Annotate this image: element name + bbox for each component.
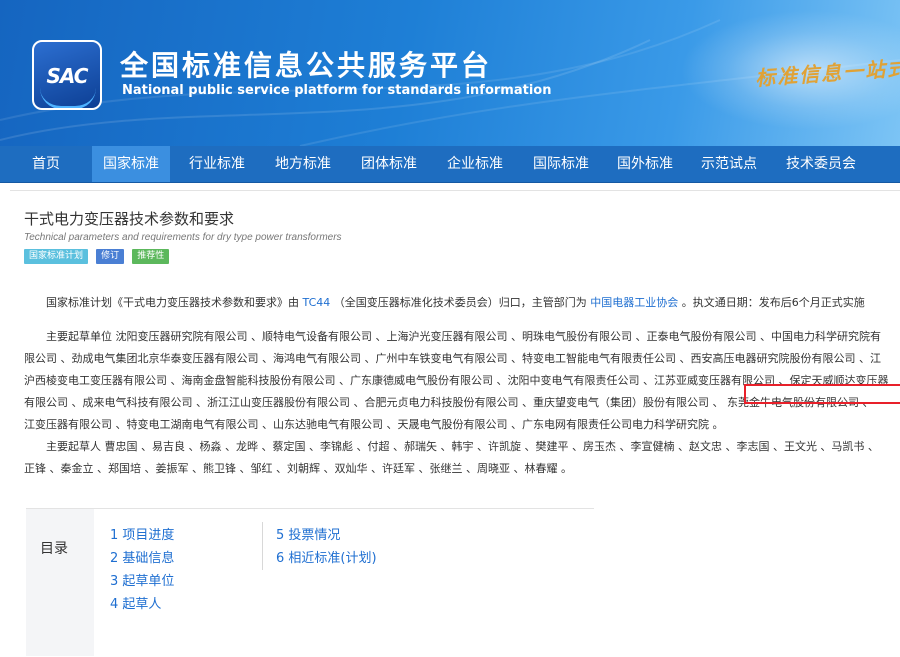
nav-item-national-standards[interactable]: 国家标准 bbox=[92, 146, 170, 182]
standard-title: 干式电力变压器技术参数和要求 bbox=[24, 210, 235, 228]
badge-recommended: 推荐性 bbox=[132, 249, 170, 264]
tc-link[interactable]: TC44 bbox=[303, 296, 331, 309]
toc-divider bbox=[262, 522, 263, 570]
intro-text-1: 国家标准计划《干式电力变压器技术参数和要求》由 bbox=[46, 296, 299, 309]
nav-item-pilot-demonstration[interactable]: 示范试点 bbox=[690, 146, 768, 182]
toc-item-similar-standards[interactable]: 6 相近标准(计划) bbox=[276, 547, 377, 566]
nav-item-technical-committee[interactable]: 技术委员会 bbox=[774, 146, 868, 182]
intro-text-2: （全国变压器标准化技术委员会）归口，主管部门为 bbox=[333, 296, 587, 309]
site-header: SAC 全国标准信息公共服务平台 National public service… bbox=[0, 0, 900, 146]
drafters-line: 正锋 、秦金立 、郑国培 、姜振军 、熊卫锋 、邹红 、刘朝辉 、双灿华 、许廷… bbox=[24, 462, 572, 475]
drafting-units-line: 主要起草单位 沈阳变压器研究院有限公司 、顺特电气设备有限公司 、上海沪光变压器… bbox=[46, 330, 881, 343]
standard-title-en: Technical parameters and requirements fo… bbox=[24, 232, 342, 243]
nav-item-home[interactable]: 首页 bbox=[14, 146, 78, 182]
nav-item-enterprise-standards[interactable]: 企业标准 bbox=[436, 146, 514, 182]
logo-arc bbox=[40, 88, 96, 108]
nav-item-foreign-standards[interactable]: 国外标准 bbox=[606, 146, 684, 182]
nav-item-local-standards[interactable]: 地方标准 bbox=[264, 146, 342, 182]
site-title: 全国标准信息公共服务平台 bbox=[120, 49, 493, 82]
highlight-box bbox=[744, 384, 900, 404]
site-subtitle: National public service platform for sta… bbox=[122, 83, 552, 98]
department-link[interactable]: 中国电器工业协会 bbox=[590, 296, 678, 309]
standard-badges: 国家标准计划 修订 推荐性 bbox=[24, 249, 172, 264]
intro-paragraph: 国家标准计划《干式电力变压器技术参数和要求》由 TC44 （全国变压器标准化技术… bbox=[24, 292, 900, 314]
toc-item-progress[interactable]: 1 项目进度 bbox=[110, 524, 174, 543]
badge-revision: 修订 bbox=[96, 249, 125, 264]
intro-text-3: 。执文通日期：发布后6个月正式实施 bbox=[681, 296, 865, 309]
toc-item-voting[interactable]: 5 投票情况 bbox=[276, 524, 340, 543]
toc-item-drafting-units[interactable]: 3 起草单位 bbox=[110, 570, 174, 589]
nav-item-industry-standards[interactable]: 行业标准 bbox=[178, 146, 256, 182]
drafting-units-paragraph: 主要起草单位 沈阳变压器研究院有限公司 、顺特电气设备有限公司 、上海沪光变压器… bbox=[24, 326, 900, 436]
toc-item-drafters[interactable]: 4 起草人 bbox=[110, 593, 161, 612]
drafting-units-line: 江变压器有限公司 、特变电工湖南电气有限公司 、山东达驰电气有限公司 、天晟电气… bbox=[24, 418, 724, 431]
toc-side-panel bbox=[26, 509, 94, 656]
nav-item-international-standards[interactable]: 国际标准 bbox=[522, 146, 600, 182]
drafting-units-line: 限公司 、劲成电气集团北京华泰变压器有限公司 、海鸿电气有限公司 、广州中车铁变… bbox=[24, 352, 881, 365]
toc-item-basic-info[interactable]: 2 基础信息 bbox=[110, 547, 174, 566]
logo-text: SAC bbox=[46, 64, 89, 88]
drafters-paragraph: 主要起草人 曹忠国 、易吉良 、杨淼 、龙晔 、蔡定国 、李锦彪 、付超 、郝瑞… bbox=[24, 436, 900, 480]
drafters-line: 主要起草人 曹忠国 、易吉良 、杨淼 、龙晔 、蔡定国 、李锦彪 、付超 、郝瑞… bbox=[46, 440, 879, 453]
sac-logo[interactable]: SAC bbox=[32, 40, 102, 110]
toc-label: 目录 bbox=[40, 541, 68, 557]
nav-item-group-standards[interactable]: 团体标准 bbox=[350, 146, 428, 182]
main-nav: 首页 国家标准 行业标准 地方标准 团体标准 企业标准 国际标准 国外标准 示范… bbox=[0, 146, 900, 183]
badge-national-plan: 国家标准计划 bbox=[24, 249, 89, 264]
